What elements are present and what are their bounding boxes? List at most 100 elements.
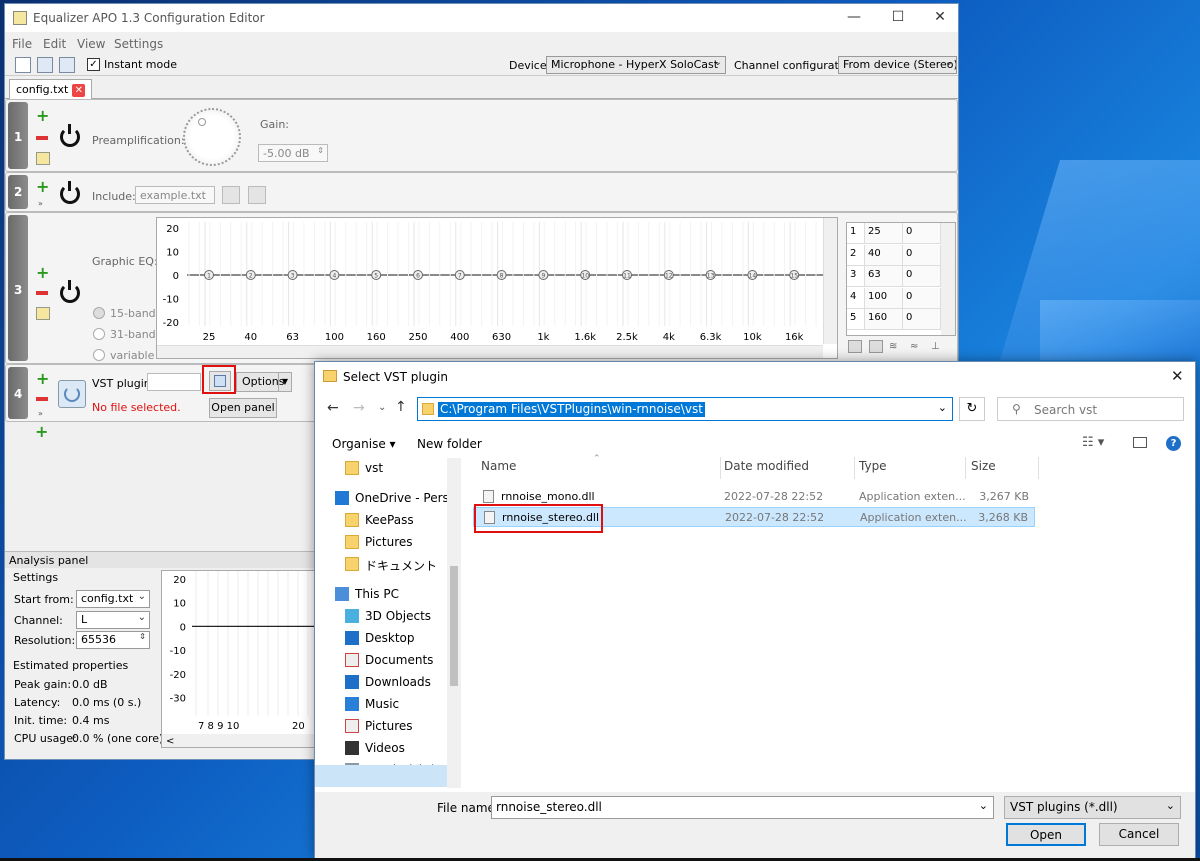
nav-item[interactable]: This PC [315,584,460,606]
nav-item[interactable]: ドキュメント [315,554,460,576]
view-options-icon[interactable]: ☷ ▾ [1082,435,1104,450]
band-cell-f[interactable]: 160 [865,309,903,330]
menu-edit[interactable]: Edit [43,37,66,51]
preview-pane-icon[interactable] [1133,437,1147,448]
nav-item[interactable]: Videos [315,738,460,760]
vst-path-field[interactable] [147,373,201,391]
file-type-select[interactable]: VST plugins (*.dll) ⌄ [1004,796,1181,819]
band-cell-g[interactable]: 0 [903,309,941,330]
band-cell-f[interactable]: 25 [865,223,903,244]
device-select[interactable]: Microphone - HyperX SoloCast ⌄ [546,56,726,74]
smooth-icon[interactable]: ≈ [910,341,918,352]
scroll-thumb[interactable] [450,566,458,686]
band-cell-f[interactable]: 100 [865,287,903,309]
invert-icon[interactable]: ≋ [889,341,897,352]
graphic-eq-chart[interactable]: 20 10 0 -10 -20 25 40 63 100 160 250 400 630 1k 1.6k 2.… [156,217,838,359]
add-filter-icon[interactable]: + [36,371,49,387]
reset-icon[interactable]: ⊥ [931,341,940,352]
nav-item[interactable]: KeePass [315,510,460,532]
horizontal-scrollbar[interactable] [162,734,320,747]
graphic-eq-svg[interactable]: 20100-10-2025 40 63 100 160 250 400 630 1k 1.6k 2.… [157,218,837,358]
include-field[interactable]: example.txt [135,186,215,204]
nav-scrollbar[interactable] [447,458,461,788]
power-icon[interactable] [60,124,80,147]
column-size[interactable]: Size [971,459,996,473]
address-text[interactable]: C:\Program Files\VSTPlugins\win-rnnoise\… [438,402,705,417]
import-icon[interactable] [869,340,883,353]
nav-item[interactable]: vst [315,458,460,480]
analysis-chart-svg[interactable]: 20 10 0 -10 -20 -30 7 8 9 10 20 < [162,571,320,747]
menu-view[interactable]: View [77,37,105,51]
nav-item[interactable]: Downloads [315,672,460,694]
column-name[interactable]: Name [481,459,516,473]
address-bar[interactable]: C:\Program Files\VSTPlugins\win-rnnoise\… [417,397,953,421]
save-as-icon[interactable] [59,57,75,73]
band-cell-f[interactable]: 63 [865,266,903,287]
new-folder-button[interactable]: New folder [417,437,482,451]
radio-variable[interactable] [93,349,105,361]
preamp-knob[interactable] [183,108,241,166]
search-input[interactable]: ⚲ Search vst [997,397,1184,421]
instant-mode-checkbox[interactable]: ✓ [87,58,100,71]
close-icon[interactable]: ✕ [929,9,951,27]
chevron-down-icon[interactable]: ⌄ [938,401,947,414]
nav-item[interactable]: Pictures [315,716,460,738]
up-icon[interactable]: ↑ [395,399,407,415]
menu-file[interactable]: File [12,37,32,51]
power-icon[interactable] [60,181,80,204]
column-date-modified[interactable]: Date modified [724,459,809,473]
back-icon[interactable]: ← [327,400,339,416]
band-cell-g[interactable]: 0 [903,244,941,266]
start-from-select[interactable]: config.txt ⌄ [76,590,150,608]
add-filter-icon[interactable]: + [36,179,49,195]
radio-15-band[interactable] [93,307,105,319]
gain-spinbox[interactable]: -5.00 dB ⇕ [258,144,328,162]
maximize-icon[interactable]: ☐ [887,9,909,27]
column-type[interactable]: Type [859,459,887,473]
band-cell-f[interactable]: 40 [865,244,903,266]
open-panel-button[interactable]: Open panel [209,398,277,418]
edit-icon[interactable] [36,307,50,320]
add-filter-icon[interactable]: + [36,108,49,124]
radio-31-band[interactable] [93,328,105,340]
close-tab-icon[interactable]: ✕ [72,84,86,97]
close-icon[interactable]: ✕ [1171,367,1184,385]
vertical-scrollbar[interactable] [823,218,837,344]
band-cell-g[interactable]: 0 [903,223,941,244]
new-file-icon[interactable] [15,57,31,73]
save-icon[interactable] [37,57,53,73]
nav-item[interactable]: Pictures [315,532,460,554]
expand-icon[interactable]: » [38,199,43,208]
chevron-down-icon[interactable]: ⌄ [979,799,988,812]
add-filter-icon[interactable]: + [36,265,49,281]
nav-item[interactable]: Documents [315,650,460,672]
open-file-icon[interactable] [222,186,240,204]
tab-config[interactable]: config.txt ✕ [9,79,93,99]
refresh-icon[interactable]: ↻ [959,397,985,421]
band-table[interactable]: 1 25 0 2 40 0 3 63 0 4 100 0 5 160 0 [846,222,956,336]
nav-item[interactable]: Music [315,694,460,716]
channel-config-select[interactable]: From device (Stereo) ⌄ [838,56,957,74]
options-dropdown[interactable]: Options ▼ [236,372,292,392]
remove-filter-icon[interactable] [36,136,48,140]
minimize-icon[interactable]: — [843,9,865,27]
organise-menu[interactable]: Organise ▾ [332,437,396,451]
nav-item[interactable]: Desktop [315,628,460,650]
band-cell-g[interactable]: 0 [903,287,941,309]
forward-icon[interactable]: → [353,400,365,416]
power-toggle-icon[interactable] [58,380,86,408]
channel-select[interactable]: L ⌄ [76,611,150,629]
help-icon[interactable]: ? [1166,436,1181,451]
file-name-input[interactable]: rnnoise_stereo.dll ⌄ [491,796,994,819]
cancel-button[interactable]: Cancel [1099,823,1179,846]
remove-filter-icon[interactable] [36,291,48,295]
edit-icon[interactable] [36,152,50,165]
save-preset-icon[interactable] [848,340,862,353]
open-button[interactable]: Open [1006,823,1086,846]
recent-locations-icon[interactable]: ⌄ [378,402,386,413]
band-cell-g[interactable]: 0 [903,266,941,287]
horizontal-scrollbar[interactable] [157,345,823,358]
nav-item[interactable]: OneDrive - Person [315,488,461,510]
resolution-spinbox[interactable]: 65536 ⇕ [76,631,150,649]
menu-settings[interactable]: Settings [114,37,163,51]
